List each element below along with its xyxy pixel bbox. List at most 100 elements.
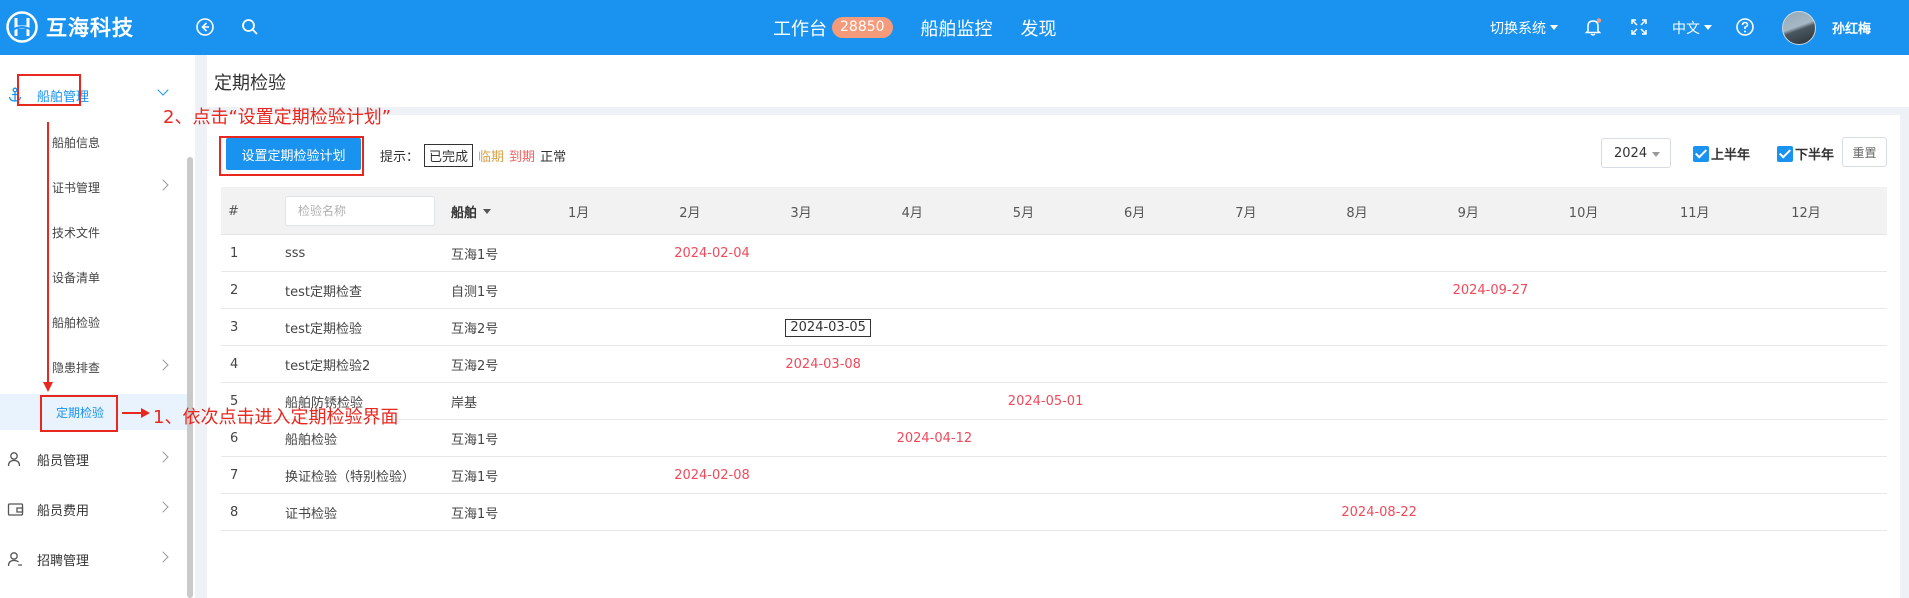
switch-system-dropdown[interactable]: 切换系统 <box>1490 0 1558 55</box>
row-inspection-name: 证书检验 <box>285 507 338 522</box>
annotation-step-2: 2、点击“设置定期检验计划” <box>163 107 392 128</box>
row-inspection-name: 换证检验（特别检验） <box>285 470 416 485</box>
row-inspection-name: sss <box>285 246 306 261</box>
annotation-step-1: 1、依次点击进入定期检验界面 <box>153 407 399 428</box>
fullscreen-icon[interactable] <box>1627 15 1651 39</box>
row-due-date: 2024-03-08 <box>785 357 861 372</box>
chevron-right-icon <box>157 359 169 371</box>
row-due-date-cell[interactable]: 2024-02-04 <box>674 235 750 272</box>
notification-bell-icon[interactable] <box>1581 15 1605 39</box>
column-header-month: 6月 <box>1124 205 1146 221</box>
chevron-down-icon <box>1704 25 1712 30</box>
sidebar-item-ship-management[interactable]: 船舶管理 <box>0 77 187 113</box>
sidebar-item-hazard-check[interactable]: 隐患排查 <box>0 349 187 385</box>
first-half-checkbox[interactable]: 上半年 <box>1693 144 1750 163</box>
column-header-month: 9月 <box>1457 205 1479 221</box>
inspection-name-filter-input[interactable] <box>285 196 435 226</box>
page-header: 定期检验 <box>207 55 1909 107</box>
column-header-month: 7月 <box>1235 205 1257 221</box>
row-due-date: 2024-05-01 <box>1007 394 1084 409</box>
sidebar-item-equipment-list[interactable]: 设备清单 <box>0 259 187 295</box>
row-due-date-cell[interactable]: 2024-09-27 <box>1453 272 1529 309</box>
language-dropdown[interactable]: 中文 <box>1672 0 1712 55</box>
sidebar-item-certificate-management[interactable]: 证书管理 <box>0 169 187 205</box>
sidebar-item-technical-documents[interactable]: 技术文件 <box>0 214 187 250</box>
row-ship: 互海1号 <box>451 433 499 448</box>
row-ship: 互海1号 <box>451 507 499 522</box>
sidebar-item-ship-info[interactable]: 船舶信息 <box>0 124 187 160</box>
brand-name: 互海科技 <box>46 16 134 40</box>
ship-filter-dropdown[interactable]: 船舶 <box>451 187 492 235</box>
row-index: 1 <box>230 246 239 261</box>
sidebar-item-label: 招聘管理 <box>37 553 90 569</box>
user-name: 孙红梅 <box>1832 22 1872 37</box>
row-due-date-cell[interactable]: 2024-05-01 <box>1008 383 1084 420</box>
legend-done: 已完成 <box>424 144 474 167</box>
row-due-date-cell[interactable]: 2024-03-08 <box>785 346 861 383</box>
sidebar-item-label: 定期检验 <box>56 405 105 420</box>
row-ship: 互海2号 <box>451 322 499 337</box>
row-ship: 互海2号 <box>451 359 499 374</box>
sidebar-item-crew-expenses[interactable]: 船员费用 <box>0 491 187 527</box>
row-due-date: 2024-04-12 <box>896 431 973 446</box>
search-icon[interactable] <box>238 15 262 39</box>
row-index: 3 <box>230 320 239 335</box>
column-header-month: 8月 <box>1346 205 1368 221</box>
row-due-date: 2024-02-08 <box>674 468 750 483</box>
column-header-month: 3月 <box>790 205 812 221</box>
table-row[interactable]: 2 test定期检查 自测1号 2024-09-27 <box>221 272 1887 309</box>
year-select[interactable]: 2024 <box>1601 138 1671 168</box>
sidebar-item-ship-inspection[interactable]: 船舶检验 <box>0 304 187 340</box>
language-label: 中文 <box>1672 20 1700 37</box>
sidebar-item-label: 船舶检验 <box>52 315 101 330</box>
sidebar-item-label: 证书管理 <box>52 180 101 195</box>
row-due-date-cell[interactable]: 2024-02-08 <box>674 457 750 494</box>
top-bar: 互海科技 工作台 28850 船舶监控 发现 切换系统 中文 孙红梅 <box>0 0 1909 55</box>
sidebar-item-crew-management[interactable]: 船员管理 <box>0 441 187 477</box>
brand-logo[interactable]: 互海科技 <box>6 10 134 44</box>
row-ship: 互海1号 <box>451 248 499 263</box>
sidebar-item-recruitment[interactable]: 招聘管理 <box>0 541 187 577</box>
table-row[interactable]: 8 证书检验 互海1号 2024-08-22 <box>221 494 1887 531</box>
legend-normal: 正常 <box>540 150 567 165</box>
page-title: 定期检验 <box>214 73 286 94</box>
chevron-down-icon <box>483 208 492 214</box>
nav-ship-monitor[interactable]: 船舶监控 <box>921 15 993 41</box>
table-row[interactable]: 1 sss 互海1号 2024-02-04 <box>221 235 1887 272</box>
back-icon[interactable] <box>193 15 217 39</box>
row-ship: 岸基 <box>451 396 478 411</box>
legend-due: 到期 <box>509 150 536 165</box>
column-header-month: 11月 <box>1680 205 1710 221</box>
second-half-checkbox[interactable]: 下半年 <box>1777 144 1834 163</box>
column-header-month: 10月 <box>1568 205 1599 221</box>
table-row[interactable]: 4 test定期检验2 互海2号 2024-03-08 <box>221 346 1887 383</box>
user-menu[interactable]: 孙红梅 <box>1782 0 1871 55</box>
table-row[interactable]: 5 船舶防锈检验 岸基 2024-05-01 <box>221 383 1887 420</box>
column-header-ship: 船舶 <box>451 205 478 221</box>
first-half-label: 上半年 <box>1711 148 1751 163</box>
sidebar-item-label: 船舶信息 <box>52 135 101 150</box>
setup-inspection-plan-button[interactable]: 设置定期检验计划 <box>226 138 361 170</box>
nav-workbench-label: 工作台 <box>773 18 827 40</box>
row-ship: 互海1号 <box>451 470 499 485</box>
row-due-date-cell[interactable]: 2024-04-12 <box>897 420 973 457</box>
year-value: 2024 <box>1614 145 1648 161</box>
main-content: 设置定期检验计划 提示： 已完成 临期 到期 正常 2024 上半年 下半年 重… <box>207 115 1900 598</box>
column-header-month: 12月 <box>1791 205 1821 221</box>
inspection-table: # 船舶 1月 2月 3月 4月 5月 6月 7月 8月 9月 10月 11月 12月 1 sss 互海1… <box>221 187 1887 531</box>
legend-near: 临期 <box>478 150 505 165</box>
table-row[interactable]: 6 船舶检验 互海1号 2024-04-12 <box>221 420 1887 457</box>
workbench-count-badge: 28850 <box>832 17 893 38</box>
nav-discover[interactable]: 发现 <box>1021 15 1057 41</box>
chevron-right-icon <box>157 501 169 513</box>
table-body: 1 sss 互海1号 2024-02-04 2 test定期检查 自测1号 2024-09-2… <box>221 235 1887 531</box>
row-inspection-name: test定期检验 <box>285 322 362 337</box>
nav-workbench[interactable]: 工作台 28850 <box>773 15 893 41</box>
table-row[interactable]: 3 test定期检验 互海2号 2024-03-05 <box>221 309 1887 346</box>
help-icon[interactable] <box>1733 15 1757 39</box>
reset-button[interactable]: 重置 <box>1842 137 1887 167</box>
row-due-date-cell[interactable]: 2024-03-05 <box>785 309 871 346</box>
table-row[interactable]: 7 换证检验（特别检验） 互海1号 2024-02-08 <box>221 457 1887 494</box>
row-due-date-cell[interactable]: 2024-08-22 <box>1341 494 1417 531</box>
sidebar-scrollbar[interactable] <box>187 157 193 598</box>
